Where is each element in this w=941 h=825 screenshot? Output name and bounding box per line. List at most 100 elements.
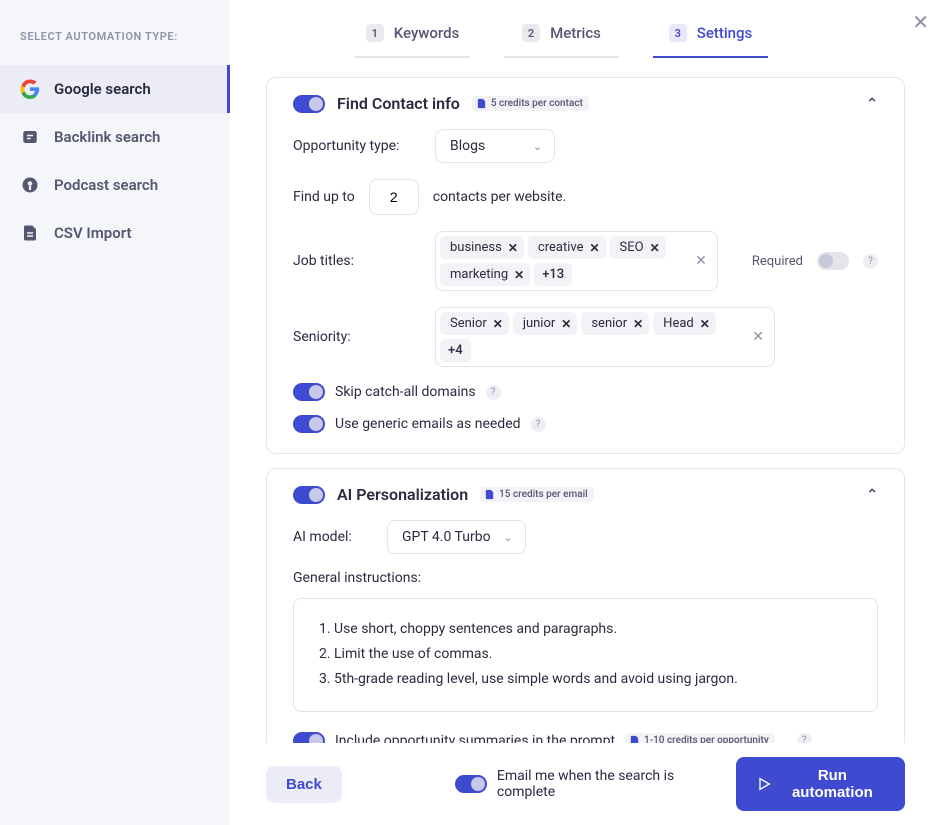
include-summaries-toggle[interactable] [293, 732, 325, 743]
include-summaries-credits: 1-10 credits per opportunity [625, 733, 775, 743]
tab-settings[interactable]: 3 Settings [653, 24, 768, 58]
sidebar-item-csv-import[interactable]: CSV Import [0, 209, 230, 257]
include-summaries-label: Include opportunity summaries in the pro… [335, 733, 615, 743]
remove-icon[interactable]: ✕ [700, 317, 710, 331]
credit-icon [484, 489, 495, 500]
tabs: 1 Keywords 2 Metrics 3 Settings [230, 0, 941, 59]
remove-icon[interactable]: ✕ [589, 241, 599, 255]
main: ✕ 1 Keywords 2 Metrics 3 Settings Find C… [230, 0, 941, 825]
content: Find Contact info 5 credits per contact … [230, 59, 941, 743]
tag-head[interactable]: Head✕ [653, 312, 716, 335]
chevron-up-icon[interactable]: ⌃ [866, 96, 878, 112]
remove-icon[interactable]: ✕ [493, 317, 503, 331]
tab-metrics[interactable]: 2 Metrics [504, 24, 619, 58]
ai-toggle[interactable] [293, 486, 325, 504]
tag-creative[interactable]: creative✕ [528, 236, 606, 259]
tab-label: Keywords [394, 24, 460, 42]
chevron-up-icon[interactable]: ⌃ [866, 487, 878, 503]
job-titles-label: Job titles: [293, 253, 421, 269]
required-label: Required [752, 254, 803, 269]
back-button[interactable]: Back [266, 766, 342, 803]
clear-job-titles-icon[interactable]: ✕ [695, 253, 707, 269]
sidebar-item-label: Podcast search [54, 176, 158, 194]
help-icon[interactable]: ? [531, 417, 546, 432]
ai-personalization-card: AI Personalization 15 credits per email … [266, 468, 905, 743]
chevron-down-icon: ⌄ [533, 140, 542, 153]
ai-model-label: AI model: [293, 529, 373, 545]
credit-icon [476, 98, 487, 109]
sidebar-item-podcast-search[interactable]: Podcast search [0, 161, 230, 209]
credit-icon [629, 735, 640, 743]
sidebar-item-google-search[interactable]: Google search [0, 65, 230, 113]
opportunity-type-select[interactable]: Blogs ⌄ [435, 129, 555, 163]
google-icon [20, 79, 40, 99]
sidebar-heading: SELECT AUTOMATION TYPE: [0, 30, 230, 65]
find-up-to-post: contacts per website. [433, 189, 566, 205]
tag-senior[interactable]: Senior✕ [440, 312, 509, 335]
run-automation-button[interactable]: Run automation [736, 757, 905, 811]
email-me-label: Email me when the search is complete [497, 768, 718, 800]
find-up-to-pre: Find up to [293, 189, 355, 205]
backlink-icon [20, 127, 40, 147]
skip-catchall-toggle[interactable] [293, 383, 325, 401]
find-contact-title: Find Contact info [337, 94, 460, 113]
remove-icon[interactable]: ✕ [633, 317, 643, 331]
tag-seo[interactable]: SEO✕ [610, 236, 666, 259]
email-me-row: Email me when the search is complete [455, 768, 718, 800]
podcast-icon [20, 175, 40, 195]
ai-credits: 15 credits per email [480, 487, 594, 502]
tag-business[interactable]: business✕ [440, 236, 524, 259]
instruction-item: 5th-grade reading level, use simple word… [334, 667, 855, 692]
sidebar-item-label: Google search [54, 80, 151, 98]
opportunity-type-label: Opportunity type: [293, 138, 421, 154]
tag-senior-lc[interactable]: senior✕ [581, 312, 649, 335]
chevron-down-icon: ⌄ [503, 531, 512, 544]
job-titles-field[interactable]: business✕ creative✕ SEO✕ marketing✕ +13 … [435, 231, 718, 291]
tag-more-job-titles[interactable]: +13 [534, 263, 572, 286]
play-icon [756, 776, 772, 792]
help-icon[interactable]: ? [863, 254, 878, 269]
tab-keywords[interactable]: 1 Keywords [355, 24, 470, 58]
tab-label: Settings [697, 24, 753, 42]
remove-icon[interactable]: ✕ [561, 317, 571, 331]
remove-icon[interactable]: ✕ [514, 268, 524, 282]
remove-icon[interactable]: ✕ [508, 241, 518, 255]
email-me-toggle[interactable] [455, 775, 487, 793]
seniority-field[interactable]: Senior✕ junior✕ senior✕ Head✕ +4 ✕ [435, 307, 775, 367]
find-contact-toggle[interactable] [293, 95, 325, 113]
tag-more-seniority[interactable]: +4 [440, 339, 471, 362]
csv-icon [20, 223, 40, 243]
find-contact-credits: 5 credits per contact [472, 96, 589, 111]
find-contact-card: Find Contact info 5 credits per contact … [266, 77, 905, 454]
close-icon[interactable]: ✕ [912, 10, 929, 34]
tab-num-1: 1 [366, 24, 384, 42]
sidebar-item-label: CSV Import [54, 224, 132, 242]
ai-personalization-header: AI Personalization 15 credits per email … [267, 469, 904, 520]
tab-label: Metrics [550, 24, 601, 42]
required-toggle[interactable] [817, 252, 849, 270]
generic-emails-toggle[interactable] [293, 415, 325, 433]
help-icon[interactable]: ? [486, 385, 501, 400]
footer: Back Email me when the search is complet… [230, 743, 941, 825]
ai-model-select[interactable]: GPT 4.0 Turbo ⌄ [387, 520, 526, 554]
instructions-label: General instructions: [293, 570, 878, 586]
remove-icon[interactable]: ✕ [650, 241, 660, 255]
skip-catchall-label: Skip catch-all domains [335, 384, 476, 400]
sidebar: SELECT AUTOMATION TYPE: Google search Ba… [0, 0, 230, 825]
tab-num-3: 3 [669, 24, 687, 42]
instructions-box[interactable]: Use short, choppy sentences and paragrap… [293, 598, 878, 712]
find-contact-header: Find Contact info 5 credits per contact … [267, 78, 904, 129]
ai-title: AI Personalization [337, 485, 468, 504]
contacts-per-website-input[interactable] [369, 179, 419, 215]
sidebar-item-backlink-search[interactable]: Backlink search [0, 113, 230, 161]
tab-num-2: 2 [522, 24, 540, 42]
clear-seniority-icon[interactable]: ✕ [752, 329, 764, 345]
instruction-item: Limit the use of commas. [334, 642, 855, 667]
tag-marketing[interactable]: marketing✕ [440, 263, 530, 286]
tag-junior[interactable]: junior✕ [513, 312, 578, 335]
instruction-item: Use short, choppy sentences and paragrap… [334, 617, 855, 642]
sidebar-item-label: Backlink search [54, 128, 160, 146]
seniority-label: Seniority: [293, 329, 421, 345]
generic-emails-label: Use generic emails as needed [335, 416, 521, 432]
help-icon[interactable]: ? [797, 733, 812, 743]
